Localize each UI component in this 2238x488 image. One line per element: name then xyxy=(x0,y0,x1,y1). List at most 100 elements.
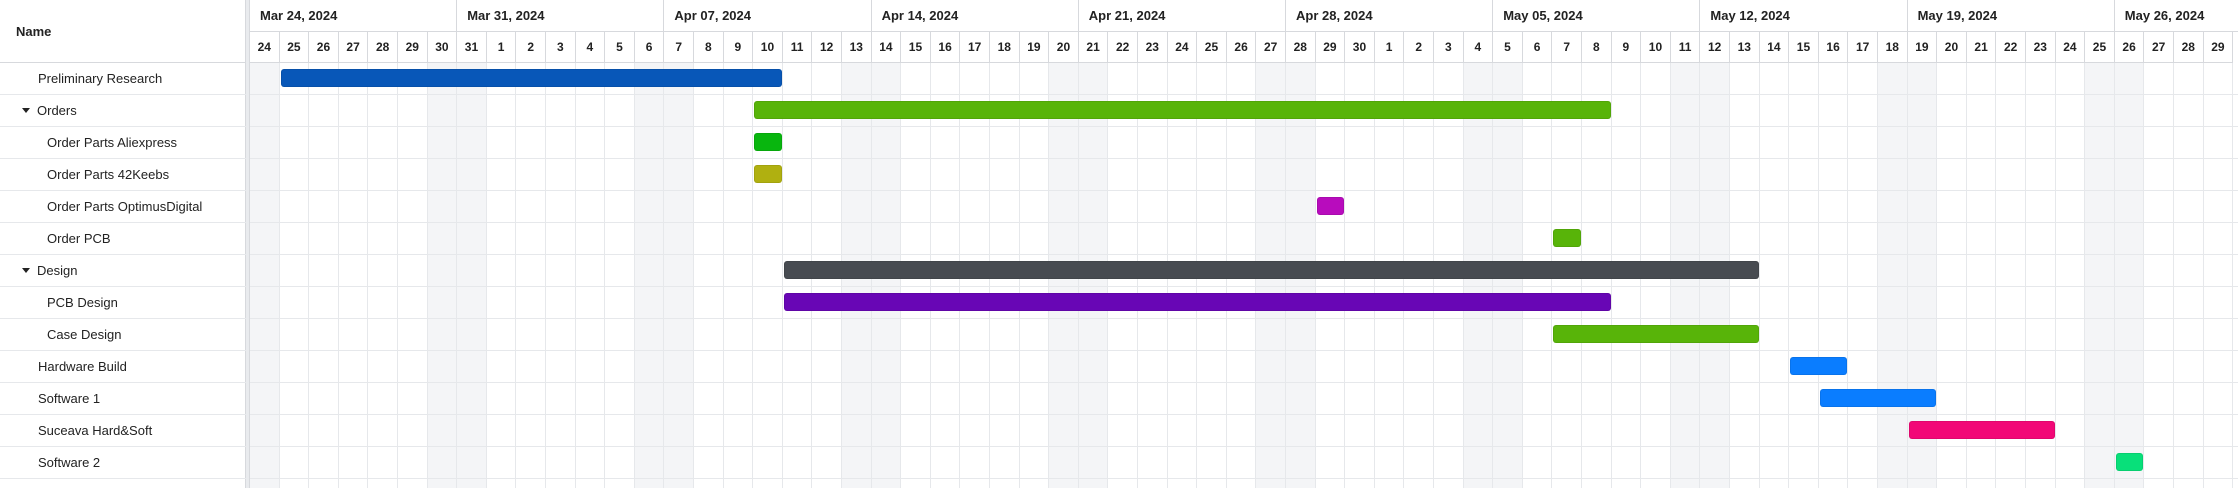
scale-day-cell: 23 xyxy=(1138,32,1168,63)
task-name: Hardware Build xyxy=(38,359,127,374)
scale-day-cell: 15 xyxy=(901,32,931,63)
task-row[interactable]: Order PCB xyxy=(0,223,246,255)
scale-day-cell: 6 xyxy=(634,32,665,63)
task-row[interactable]: Hardware Build xyxy=(0,351,246,383)
scale-week-cell: Mar 24, 2024 xyxy=(250,0,458,32)
scale-day-cell: 14 xyxy=(871,32,902,63)
task-name: Order Parts Aliexpress xyxy=(47,135,178,150)
scale-day-cell: 12 xyxy=(1700,32,1730,63)
scale-week-cell: Apr 14, 2024 xyxy=(871,0,1079,32)
task-name: Design xyxy=(37,263,78,278)
task-row[interactable]: Software 2 xyxy=(0,447,246,479)
scale-day-cell: 5 xyxy=(1493,32,1523,63)
grid-line-horizontal xyxy=(250,254,2238,255)
scale-day-cell: 25 xyxy=(2085,32,2115,63)
scale-day-cell: 30 xyxy=(1345,32,1375,63)
scale-day-cell: 26 xyxy=(309,32,339,63)
scale-week-cell: Apr 07, 2024 xyxy=(664,0,872,32)
task-name: Order Parts 42Keebs xyxy=(47,167,170,182)
scale-day-cell: 31 xyxy=(457,32,487,63)
scale-day-cell: 24 xyxy=(250,32,280,63)
scale-day-cell: 27 xyxy=(1256,32,1286,63)
scale-week-cell: May 19, 2024 xyxy=(1907,0,2115,32)
task-bar[interactable] xyxy=(754,165,782,183)
task-row[interactable]: Preliminary Research xyxy=(0,63,246,95)
scale-week-cell: May 26, 2024 xyxy=(2114,0,2238,32)
scale-day-cell: 13 xyxy=(842,32,872,63)
scale-day-cell: 25 xyxy=(1197,32,1227,63)
scale-day-cell: 21 xyxy=(1966,32,1997,63)
scale-day-cell: 3 xyxy=(546,32,576,63)
task-row[interactable]: PCB Design xyxy=(0,287,246,319)
scale-day-cell: 23 xyxy=(2026,32,2056,63)
scale-day-cell: 15 xyxy=(1789,32,1819,63)
task-bar[interactable] xyxy=(1553,325,1759,343)
task-row[interactable]: Order Parts OptimusDigital xyxy=(0,191,246,223)
task-name: Order Parts OptimusDigital xyxy=(47,199,203,214)
collapse-toggle-icon[interactable] xyxy=(22,268,30,273)
scale-day-cell: 27 xyxy=(338,32,369,63)
grid-line-horizontal xyxy=(250,126,2238,127)
scale-day-cell: 28 xyxy=(1286,32,1316,63)
task-row[interactable]: Case Design xyxy=(0,319,246,351)
task-bar[interactable] xyxy=(783,261,1759,279)
grid-line-horizontal xyxy=(250,94,2238,95)
scale-day-cell: 5 xyxy=(605,32,635,63)
scale-day-cell: 11 xyxy=(782,32,813,63)
task-grid: Name Preliminary Research Orders Order Par… xyxy=(0,0,246,488)
grid-line-horizontal xyxy=(250,286,2238,287)
scale-day-cell: 29 xyxy=(398,32,428,63)
task-bar[interactable] xyxy=(754,133,782,151)
task-bar[interactable] xyxy=(1553,229,1581,247)
scale-day-cell: 14 xyxy=(1759,32,1790,63)
grid-line-horizontal xyxy=(250,158,2238,159)
grid-line-horizontal xyxy=(250,478,2238,479)
grid-line-horizontal xyxy=(250,190,2238,191)
task-row[interactable]: Orders xyxy=(0,95,246,127)
grid-line-horizontal xyxy=(250,382,2238,383)
task-row[interactable]: Suceava Hard&Soft xyxy=(0,415,246,447)
scale-day-cell: 25 xyxy=(279,32,310,63)
scale-day-cell: 4 xyxy=(575,32,606,63)
scale-week-cell: Mar 31, 2024 xyxy=(457,0,665,32)
task-row[interactable]: Software 1 xyxy=(0,383,246,415)
task-row[interactable]: Design xyxy=(0,255,246,287)
task-row[interactable]: Order Parts Aliexpress xyxy=(0,127,246,159)
scale-day-cell: 21 xyxy=(1078,32,1109,63)
scale-day-cell: 26 xyxy=(1226,32,1257,63)
task-bar[interactable] xyxy=(1790,357,1848,375)
scale-day-cell: 9 xyxy=(1611,32,1642,63)
task-bar[interactable] xyxy=(1908,421,2055,439)
task-bar[interactable] xyxy=(280,69,782,87)
scale-day-cell: 1 xyxy=(486,32,517,63)
scale-day-cell: 6 xyxy=(1522,32,1553,63)
gantt-chart: Name Preliminary Research Orders Order Par… xyxy=(0,0,2238,488)
scale-day-cell: 10 xyxy=(753,32,783,63)
task-bar[interactable] xyxy=(2115,453,2144,471)
grid-header-name[interactable]: Name xyxy=(0,0,246,63)
scale-day-cell: 16 xyxy=(1818,32,1849,63)
task-bar[interactable] xyxy=(754,101,1611,119)
task-row[interactable]: Order Parts 42Keebs xyxy=(0,159,246,191)
task-name: PCB Design xyxy=(47,295,118,310)
collapse-toggle-icon[interactable] xyxy=(22,108,30,113)
scale-day-cell: 17 xyxy=(1848,32,1878,63)
task-name: Case Design xyxy=(47,327,122,342)
scale-day-cell: 22 xyxy=(1996,32,2026,63)
task-bar[interactable] xyxy=(783,293,1611,311)
scale-day-cell: 2 xyxy=(516,32,546,63)
scale-day-cell: 30 xyxy=(427,32,458,63)
task-bar[interactable] xyxy=(1316,197,1345,215)
scale-day-cell: 17 xyxy=(960,32,990,63)
scale-day-cell: 29 xyxy=(2203,32,2234,63)
scale-day-cell: 20 xyxy=(1937,32,1967,63)
scale-day-cell: 19 xyxy=(1019,32,1050,63)
grid-line-horizontal xyxy=(250,222,2238,223)
scale-day-cell: 8 xyxy=(694,32,724,63)
grid-line-horizontal xyxy=(250,318,2238,319)
task-bar[interactable] xyxy=(1819,389,1937,407)
task-name: Software 2 xyxy=(38,455,101,470)
task-name: Order PCB xyxy=(47,231,111,246)
scale-day-cell: 4 xyxy=(1463,32,1494,63)
scale-day-cell: 7 xyxy=(664,32,694,63)
